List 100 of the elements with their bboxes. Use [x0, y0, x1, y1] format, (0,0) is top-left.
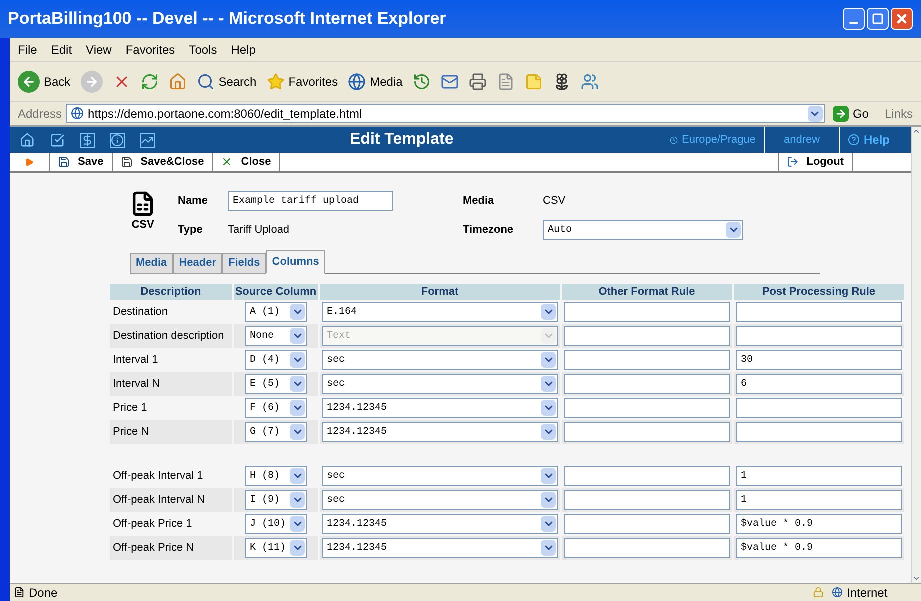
dropdown-arrow-icon[interactable] — [541, 492, 556, 508]
dollar-icon[interactable] — [80, 132, 95, 148]
refresh-icon[interactable] — [140, 72, 159, 90]
other-format-field[interactable] — [564, 350, 730, 370]
other-format-field[interactable] — [564, 326, 730, 346]
post-processing-field[interactable]: $value * 0.9 — [736, 538, 902, 558]
format-select[interactable]: sec — [322, 374, 558, 394]
menu-item[interactable]: Favorites — [126, 40, 176, 58]
document-icon[interactable] — [496, 72, 515, 90]
format-select[interactable]: sec — [322, 490, 558, 510]
dropdown-arrow-icon[interactable] — [290, 516, 305, 532]
back-button[interactable]: Back — [18, 70, 71, 92]
format-select[interactable]: 1234.12345 — [322, 538, 558, 558]
source-column-select[interactable]: H (8) — [245, 466, 307, 486]
other-format-field[interactable] — [564, 302, 730, 322]
go-button[interactable]: Go — [832, 104, 869, 122]
dropdown-arrow-icon[interactable] — [541, 468, 556, 484]
format-select[interactable]: sec — [322, 350, 558, 370]
dropdown-arrow-icon[interactable] — [808, 106, 823, 122]
save-close-button[interactable]: Save&Close — [112, 153, 214, 171]
tab[interactable]: Media — [130, 253, 174, 274]
timezone-select[interactable]: Auto — [543, 220, 743, 240]
logout-button[interactable]: Logout — [778, 153, 853, 171]
dropdown-arrow-icon[interactable] — [541, 400, 556, 416]
dropdown-arrow-icon[interactable] — [290, 424, 305, 440]
dropdown-arrow-icon[interactable] — [290, 492, 305, 508]
dropdown-arrow-icon[interactable] — [541, 516, 556, 532]
format-select[interactable]: 1234.12345 — [322, 422, 558, 442]
menu-item[interactable]: Edit — [51, 40, 72, 58]
address-field[interactable]: https://demo.portaone.com:8060/edit_template.html — [66, 104, 825, 123]
minimize-button[interactable] — [843, 8, 865, 30]
tab[interactable]: Columns — [266, 250, 326, 274]
dropdown-arrow-icon[interactable] — [541, 540, 556, 556]
home-icon[interactable] — [168, 72, 187, 90]
dropdown-arrow-icon[interactable] — [541, 376, 556, 392]
menu-item[interactable]: Tools — [189, 40, 218, 58]
tab[interactable]: Header — [173, 253, 222, 274]
close-action-button[interactable]: Close — [213, 153, 280, 171]
menu-item[interactable]: View — [86, 40, 112, 58]
close-button[interactable] — [891, 8, 913, 30]
menu-item[interactable]: Help — [231, 40, 256, 58]
dropdown-arrow-icon[interactable] — [290, 376, 305, 392]
favorites-button[interactable]: Favorites — [266, 72, 338, 90]
home-icon[interactable] — [20, 132, 35, 148]
other-format-field[interactable] — [564, 398, 730, 418]
tab[interactable]: Fields — [222, 253, 266, 274]
info-icon[interactable] — [110, 132, 125, 148]
post-processing-field[interactable] — [736, 422, 902, 442]
checkbox-icon[interactable] — [50, 132, 65, 148]
other-format-field[interactable] — [564, 374, 730, 394]
people-icon[interactable] — [580, 72, 599, 90]
table-cell: Off-peak Interval N — [110, 488, 232, 512]
source-column-select[interactable]: I (9) — [245, 490, 307, 510]
source-column-select[interactable]: None — [245, 326, 307, 346]
dropdown-arrow-icon[interactable] — [541, 424, 556, 440]
chart-icon[interactable] — [140, 132, 155, 148]
dropdown-arrow-icon[interactable] — [290, 328, 305, 344]
other-format-field[interactable] — [564, 466, 730, 486]
format-select[interactable]: E.164 — [322, 302, 558, 322]
name-field[interactable]: Example tariff upload — [228, 191, 393, 211]
dropdown-arrow-icon[interactable] — [541, 304, 556, 320]
post-processing-field[interactable]: 1 — [736, 466, 902, 486]
post-processing-field[interactable]: 30 — [736, 350, 902, 370]
search-button[interactable]: Search — [196, 72, 257, 90]
other-format-field[interactable] — [564, 538, 730, 558]
media-button[interactable]: Media — [348, 72, 403, 90]
mail-icon[interactable] — [440, 72, 459, 90]
format-select[interactable]: 1234.12345 — [322, 398, 558, 418]
source-column-select[interactable]: D (4) — [245, 350, 307, 370]
format-select[interactable]: 1234.12345 — [322, 514, 558, 534]
dropdown-arrow-icon[interactable] — [290, 352, 305, 368]
post-processing-field[interactable]: $value * 0.9 — [736, 514, 902, 534]
other-format-field[interactable] — [564, 422, 730, 442]
source-column-select[interactable]: K (11) — [245, 538, 307, 558]
post-processing-field[interactable]: 6 — [736, 374, 902, 394]
print-icon[interactable] — [468, 72, 487, 90]
post-processing-field[interactable] — [736, 326, 902, 346]
source-column-select[interactable]: F (6) — [245, 398, 307, 418]
format-select[interactable]: sec — [322, 466, 558, 486]
history-icon[interactable] — [412, 72, 431, 90]
source-column-select[interactable]: E (5) — [245, 374, 307, 394]
dropdown-arrow-icon[interactable] — [290, 540, 305, 556]
save-button[interactable]: Save — [50, 153, 113, 171]
source-column-select[interactable]: A (1) — [245, 302, 307, 322]
other-format-field[interactable] — [564, 490, 730, 510]
menu-item[interactable]: File — [18, 40, 38, 58]
source-column-select[interactable]: J (10) — [245, 514, 307, 534]
post-processing-field[interactable] — [736, 398, 902, 418]
post-processing-field[interactable] — [736, 302, 902, 322]
source-column-select[interactable]: G (7) — [245, 422, 307, 442]
dropdown-arrow-icon[interactable] — [290, 468, 305, 484]
maximize-button[interactable] — [867, 8, 889, 30]
other-format-field[interactable] — [564, 514, 730, 534]
links-button[interactable]: Links — [884, 104, 913, 122]
dropdown-arrow-icon[interactable] — [541, 352, 556, 368]
dropdown-arrow-icon[interactable] — [290, 400, 305, 416]
post-processing-field[interactable]: 1 — [736, 490, 902, 510]
dropdown-arrow-icon[interactable] — [726, 222, 741, 238]
help-link[interactable]: Help — [840, 131, 890, 149]
dropdown-arrow-icon[interactable] — [290, 304, 305, 320]
